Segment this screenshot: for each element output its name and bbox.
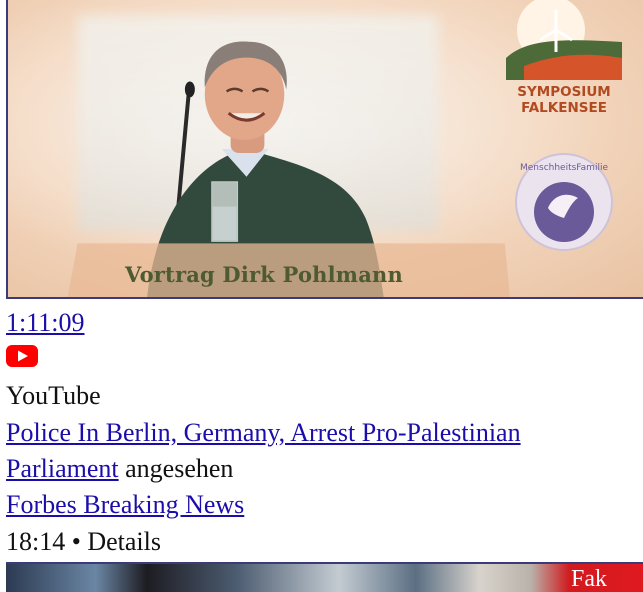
channel-row: Forbes Breaking News bbox=[6, 490, 244, 520]
svg-text:MenschheitsFamilie: MenschheitsFamilie bbox=[520, 163, 608, 173]
history-item-title-link-continued[interactable]: Parliament bbox=[6, 454, 119, 483]
thumbnail-caption: Vortrag Dirk Pohlmann bbox=[125, 262, 403, 287]
video-duration-link[interactable]: 1:11:09 bbox=[6, 308, 84, 337]
history-item-title-row: Police In Berlin, Germany, Arrest Pro-Pa… bbox=[6, 418, 521, 448]
details-label[interactable]: Details bbox=[87, 527, 161, 556]
symposium-logo-text: SYMPOSIUM FALKENSEE bbox=[517, 84, 611, 116]
symposium-logo bbox=[506, 0, 622, 80]
next-thumbnail-label: Fak bbox=[571, 566, 607, 592]
history-item-title-link[interactable]: Police In Berlin, Germany, Arrest Pro-Pa… bbox=[6, 418, 521, 447]
history-item-duration: 18:14 bbox=[6, 527, 66, 556]
next-video-thumbnail[interactable]: Fak bbox=[6, 562, 643, 592]
video-thumbnail[interactable]: SYMPOSIUM FALKENSEE MenschheitsFamilie V… bbox=[6, 0, 643, 299]
history-item-status: angesehen bbox=[125, 454, 234, 483]
separator: • bbox=[71, 527, 81, 556]
history-item-title-row-2: Parliament angesehen bbox=[6, 454, 233, 484]
dove-badge-icon: MenschheitsFamilie bbox=[515, 153, 613, 251]
youtube-play-icon bbox=[6, 345, 38, 367]
video-source: YouTube bbox=[6, 381, 101, 410]
channel-link[interactable]: Forbes Breaking News bbox=[6, 490, 244, 519]
video-duration-row: 1:11:09 bbox=[6, 308, 84, 338]
meta-row: 18:14 • Details bbox=[6, 527, 161, 557]
